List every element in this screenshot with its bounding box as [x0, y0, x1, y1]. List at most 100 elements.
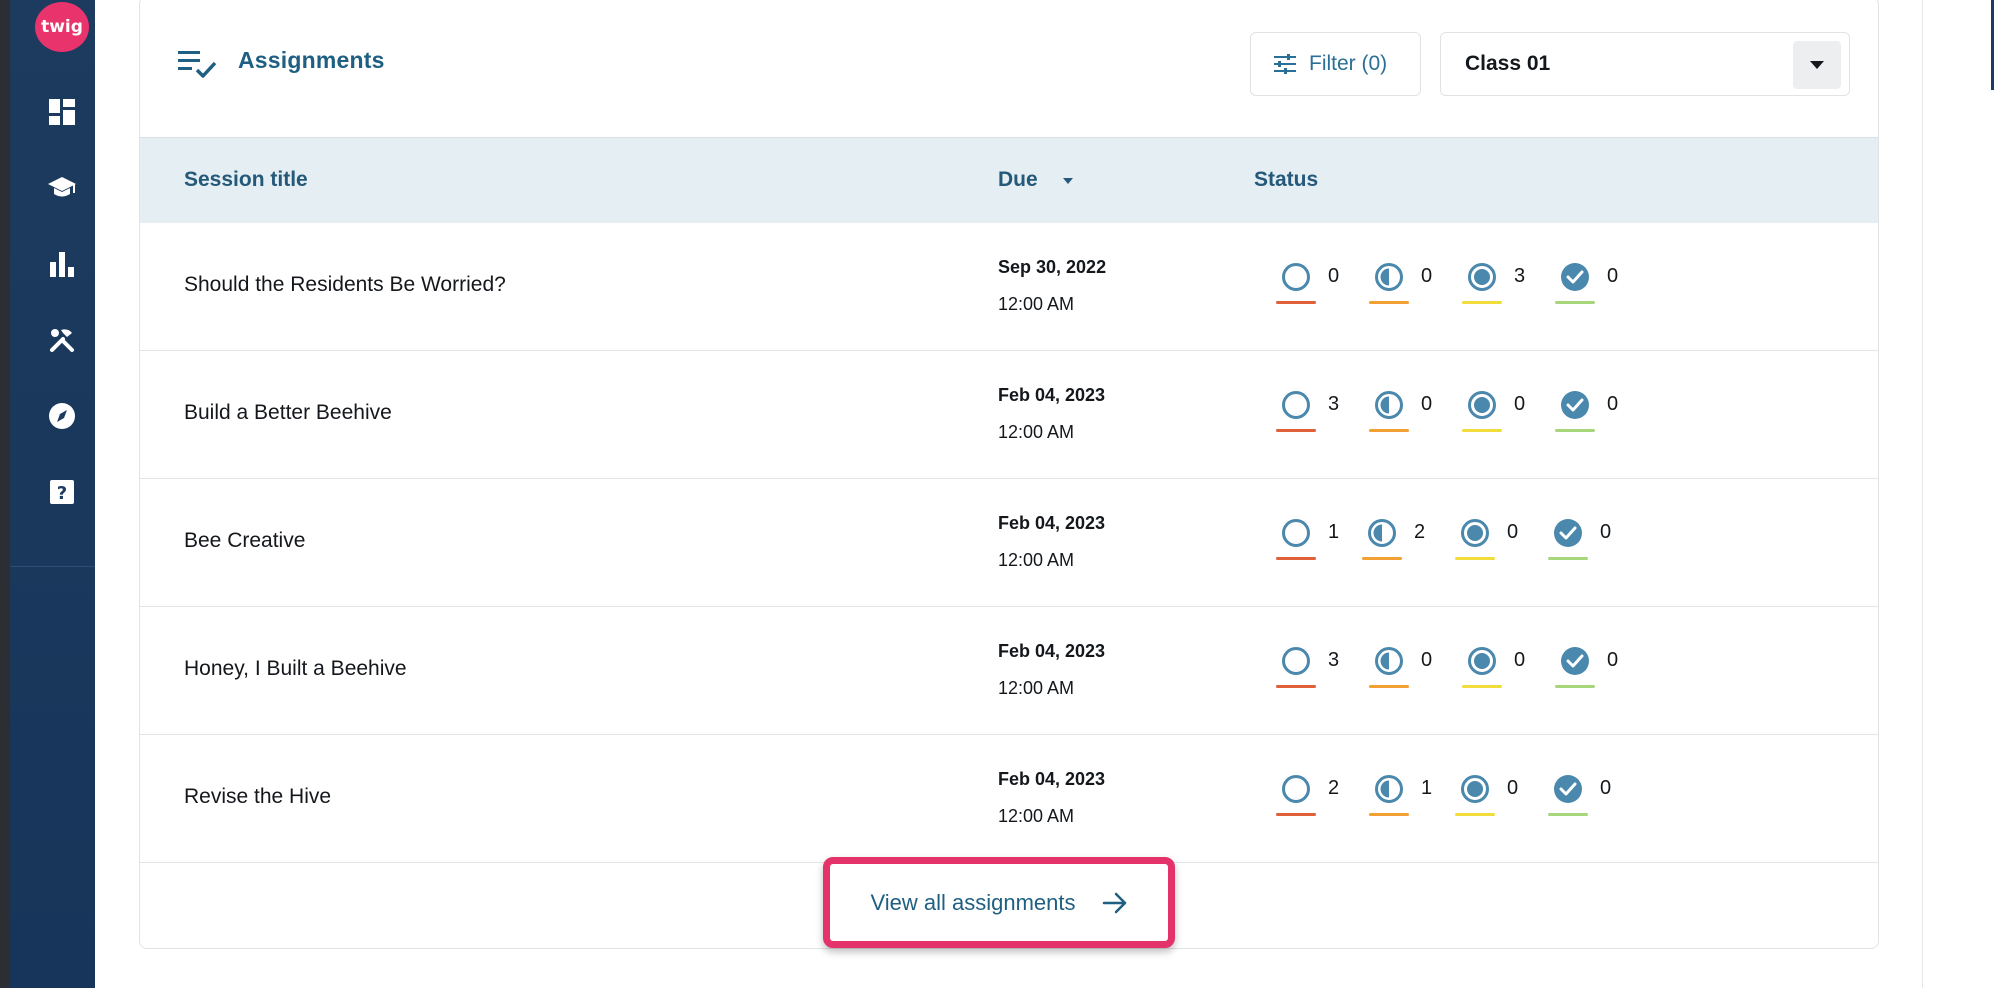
half-circle-icon [1375, 391, 1403, 419]
sidebar-item-tools[interactable] [40, 318, 84, 362]
filled-circle-icon [1468, 263, 1496, 291]
panel-header: Assignments Filter (0) Class 01 [140, 0, 1878, 137]
class-select-toggle[interactable] [1793, 41, 1841, 89]
due-date: Feb 04, 2023 [998, 769, 1106, 789]
check-circle-icon [1554, 519, 1582, 547]
status-count: 3 [1328, 649, 1340, 671]
status-count: 0 [1507, 777, 1519, 799]
sidebar-item-help[interactable]: ? [40, 470, 84, 514]
half-circle-icon [1375, 775, 1403, 803]
status-count: 2 [1414, 521, 1426, 543]
due-time: 12:00 AM [998, 422, 1075, 442]
empty-circle-icon [1282, 775, 1310, 803]
status-underline [1362, 557, 1402, 560]
filled-circle-icon [1468, 647, 1496, 675]
check-circle-icon [1554, 775, 1582, 803]
sidebar-divider [10, 566, 95, 567]
graduation-cap-icon [48, 177, 76, 197]
table-row[interactable]: Build a Better Beehive Feb 04, 2023 12:00 … [140, 351, 1878, 479]
sidebar-item-learn[interactable] [40, 166, 84, 210]
sidebar-item-reports[interactable] [40, 242, 84, 286]
due-time: 12:00 AM [998, 806, 1075, 826]
empty-circle-icon [1282, 391, 1310, 419]
table-row[interactable]: Bee Creative Feb 04, 2023 12:00 AM 1 2 0 0 [140, 479, 1878, 607]
column-due[interactable]: Due [998, 168, 1038, 192]
sidebar: twig ? [10, 0, 95, 988]
status-count: 3 [1328, 393, 1340, 415]
status-count: 0 [1600, 521, 1612, 543]
class-select[interactable]: Class 01 [1440, 32, 1850, 96]
due-date: Feb 04, 2023 [998, 513, 1106, 533]
dashboard-icon [49, 99, 75, 125]
status-underline [1455, 813, 1495, 816]
view-all-assignments-link[interactable]: View all assignments [830, 864, 1168, 941]
status-count: 0 [1421, 265, 1433, 287]
table-row[interactable]: Should the Residents Be Worried? Sep 30, … [140, 223, 1878, 351]
half-circle-icon [1368, 519, 1396, 547]
empty-circle-icon [1282, 647, 1310, 675]
table-row[interactable]: Honey, I Built a Beehive Feb 04, 2023 12:0… [140, 607, 1878, 735]
filter-button[interactable]: Filter (0) [1250, 32, 1421, 96]
status-underline [1462, 429, 1502, 432]
status-underline [1276, 557, 1316, 560]
status-count: 0 [1514, 393, 1526, 415]
arrow-right-icon [1102, 892, 1126, 913]
half-circle-icon [1375, 263, 1403, 291]
assignments-panel: Assignments Filter (0) Class 01 Session … [139, 0, 1879, 949]
status-underline [1548, 813, 1588, 816]
due-time: 12:00 AM [998, 550, 1075, 570]
sort-caret-icon[interactable] [1063, 178, 1073, 184]
compass-icon [49, 403, 75, 429]
session-title[interactable]: Bee Creative [184, 529, 305, 553]
status-underline [1369, 685, 1409, 688]
status-count: 0 [1328, 265, 1340, 287]
status-underline [1555, 301, 1595, 304]
status-underline [1276, 429, 1316, 432]
page-title: Assignments [238, 47, 385, 73]
due-date: Feb 04, 2023 [998, 385, 1106, 405]
check-circle-icon [1561, 391, 1589, 419]
check-circle-icon [1561, 647, 1589, 675]
empty-circle-icon [1282, 263, 1310, 291]
filter-label: Filter (0) [1309, 52, 1388, 75]
status-underline [1369, 429, 1409, 432]
status-underline [1462, 685, 1502, 688]
status-count: 0 [1514, 649, 1526, 671]
status-underline [1276, 685, 1316, 688]
status-count: 1 [1421, 777, 1433, 799]
status-underline [1462, 301, 1502, 304]
status-underline [1369, 813, 1409, 816]
status-count: 0 [1421, 649, 1433, 671]
tools-icon [50, 329, 74, 352]
highlight-box: View all assignments [823, 857, 1175, 948]
session-title[interactable]: Revise the Hive [184, 785, 331, 809]
session-title[interactable]: Should the Residents Be Worried? [184, 273, 506, 297]
twig-logo[interactable]: twig [35, 2, 89, 52]
session-title[interactable]: Honey, I Built a Beehive [184, 657, 407, 681]
status-underline [1455, 557, 1495, 560]
sidebar-item-explore[interactable] [40, 394, 84, 438]
status-count: 3 [1514, 265, 1526, 287]
column-session-title[interactable]: Session title [184, 168, 308, 192]
table-header: Session title Due Status [140, 137, 1878, 223]
panel-footer: View all assignments [140, 857, 1878, 949]
caret-down-icon [1810, 61, 1824, 69]
right-gutter [1922, 0, 1994, 988]
status-underline [1276, 301, 1316, 304]
filled-circle-icon [1461, 775, 1489, 803]
sidebar-item-dashboard[interactable] [40, 90, 84, 134]
due-date: Sep 30, 2022 [998, 257, 1107, 277]
status-underline [1276, 813, 1316, 816]
session-title[interactable]: Build a Better Beehive [184, 401, 392, 425]
status-underline [1555, 685, 1595, 688]
table-row[interactable]: Revise the Hive Feb 04, 2023 12:00 AM 2 1 0 0 [140, 735, 1878, 863]
due-time: 12:00 AM [998, 678, 1075, 698]
status-count: 0 [1607, 265, 1619, 287]
help-icon: ? [50, 480, 74, 504]
status-count: 2 [1328, 777, 1340, 799]
status-count: 0 [1421, 393, 1433, 415]
status-underline [1555, 429, 1595, 432]
class-select-value: Class 01 [1465, 52, 1551, 75]
filled-circle-icon [1461, 519, 1489, 547]
status-count: 0 [1607, 649, 1619, 671]
